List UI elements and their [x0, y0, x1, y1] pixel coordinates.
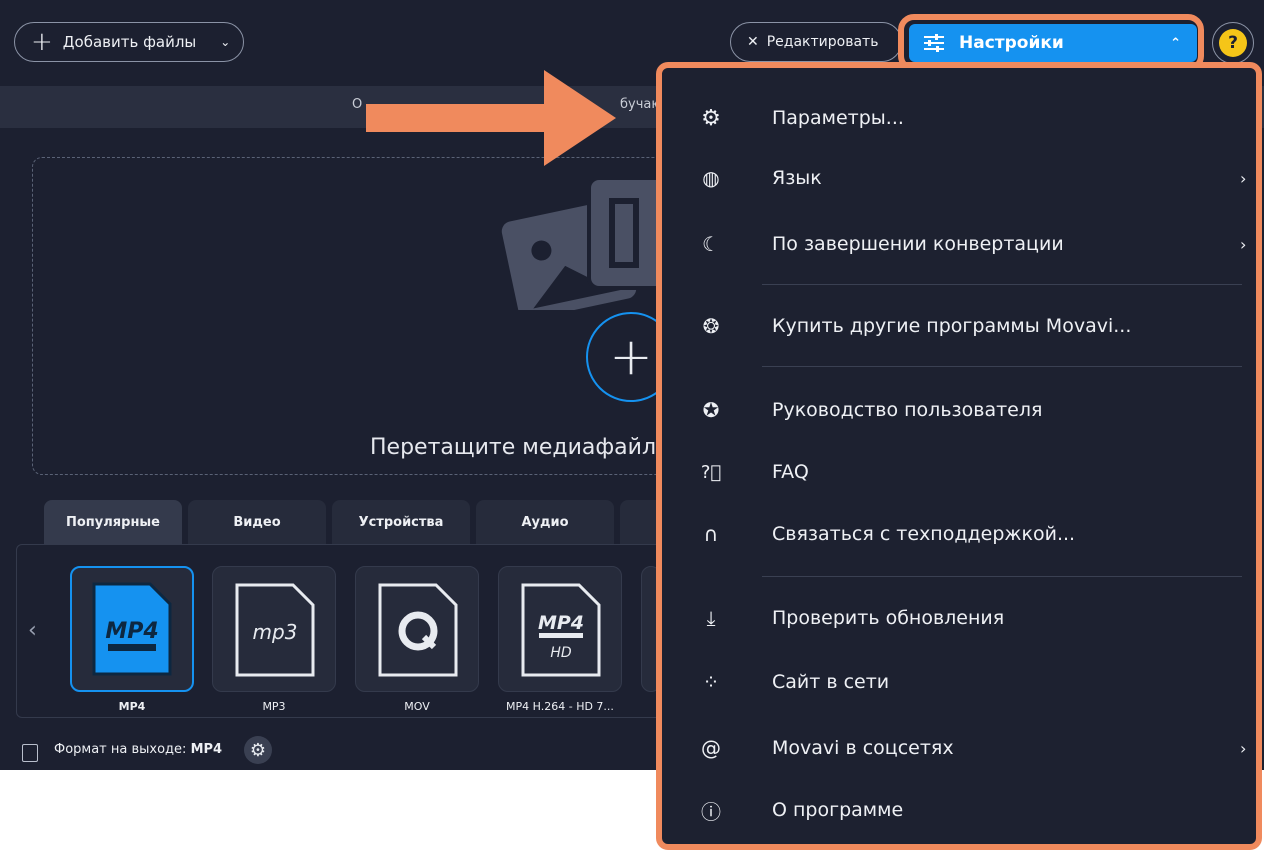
tab-popular[interactable]: Популярные: [44, 500, 182, 544]
format-tile-mov[interactable]: [355, 566, 479, 692]
menu-item-check-updates[interactable]: ⤓ Проверить обновления: [662, 598, 1256, 638]
chevron-right-icon: ›: [1240, 234, 1247, 254]
globe-icon: ◍: [702, 166, 720, 190]
menu-item-label: FAQ: [772, 461, 809, 483]
svg-text:mp3: mp3: [253, 620, 298, 644]
menu-item-label: Связаться с техподдержкой...: [772, 523, 1076, 545]
menu-separator: [762, 576, 1242, 577]
chevron-down-icon[interactable]: ⌄: [220, 35, 230, 49]
download-icon: ⤓: [706, 606, 716, 630]
menu-item-user-guide[interactable]: ✪ Руководство пользователя: [662, 390, 1256, 430]
format-tile-mp3[interactable]: mp3: [212, 566, 336, 692]
gear-icon: ⚙: [701, 105, 721, 131]
info-icon: ⓘ: [701, 799, 721, 824]
strip-text-left[interactable]: О: [352, 97, 362, 112]
settings-button[interactable]: Настройки ⌃: [909, 24, 1197, 62]
chevron-left-icon[interactable]: ‹: [28, 618, 37, 643]
lifebuoy-icon: ✪: [702, 398, 720, 422]
network-icon: ⁘: [702, 670, 720, 694]
svg-text:MP4: MP4: [538, 612, 584, 634]
menu-item-about[interactable]: ⓘ О программе: [662, 790, 1256, 830]
format-label: MP4 H.264 - HD 7...: [506, 700, 614, 713]
help-button[interactable]: ?: [1212, 22, 1254, 64]
sleep-moon-icon: ☾: [702, 232, 720, 256]
menu-item-label: Руководство пользователя: [772, 399, 1043, 421]
format-label: MP4: [118, 700, 146, 713]
chevron-up-icon: ⌃: [1170, 35, 1181, 51]
format-tile-mp4[interactable]: MP4: [70, 566, 194, 692]
format-tabs: Популярные Видео Устройства Аудио Изо: [44, 500, 758, 544]
menu-item-social[interactable]: @ Movavi в соцсетях ›: [662, 728, 1256, 768]
drop-hint-text: Перетащите медиафайл: [370, 435, 657, 460]
menu-item-label: Проверить обновления: [772, 607, 1005, 629]
menu-item-label: О программе: [772, 799, 904, 821]
menu-separator: [762, 366, 1242, 367]
output-format-value: MP4: [190, 742, 223, 757]
menu-item-label: Movavi в соцсетях: [772, 737, 954, 759]
at-sign-icon: @: [701, 736, 721, 760]
plus-icon: +: [31, 27, 53, 57]
add-files-button[interactable]: + Добавить файлы ⌄: [14, 22, 244, 62]
menu-item-after-conversion[interactable]: ☾ По завершении конвертации ›: [662, 224, 1256, 264]
menu-item-label: По завершении конвертации: [772, 233, 1064, 255]
svg-text:MP4: MP4: [105, 619, 158, 644]
output-format-label: Формат на выходе:: [54, 742, 187, 757]
menu-item-parameters[interactable]: ⚙ Параметры...: [662, 98, 1256, 138]
menu-item-buy-movavi[interactable]: ❂ Купить другие программы Movavi...: [662, 306, 1256, 346]
format-label: MOV: [404, 700, 430, 713]
menu-item-label: Параметры...: [772, 107, 904, 129]
question-circle-icon: ?⃝: [700, 461, 722, 483]
aperture-icon: ❂: [702, 314, 720, 338]
edit-button[interactable]: ✕ Редактировать: [730, 22, 902, 62]
menu-item-support[interactable]: ∩ Связаться с техподдержкой...: [662, 514, 1256, 554]
tab-devices[interactable]: Устройства: [332, 500, 470, 544]
mp3-icon: mp3: [235, 583, 315, 677]
mp4-hd-icon: MP4 HD: [521, 583, 601, 677]
chevron-right-icon: ›: [1240, 168, 1247, 188]
sliders-icon: [924, 34, 944, 52]
menu-item-website[interactable]: ⁘ Сайт в сети: [662, 662, 1256, 702]
tab-video[interactable]: Видео: [188, 500, 326, 544]
add-files-label: Добавить файлы: [62, 33, 197, 51]
tab-audio[interactable]: Аудио: [476, 500, 614, 544]
menu-separator: [762, 284, 1242, 285]
mp4-video-icon: MP4: [92, 582, 172, 676]
gear-icon: ⚙: [249, 739, 267, 761]
menu-item-label: Сайт в сети: [772, 671, 890, 693]
menu-item-language[interactable]: ◍ Язык ›: [662, 158, 1256, 198]
format-tile-mp4-hd[interactable]: MP4 HD: [498, 566, 622, 692]
plus-icon: +: [609, 327, 653, 387]
menu-item-faq[interactable]: ?⃝ FAQ: [662, 452, 1256, 492]
output-settings-button[interactable]: ⚙: [244, 736, 272, 764]
headset-icon: ∩: [703, 522, 719, 546]
output-format-icon: [22, 744, 38, 762]
menu-item-label: Купить другие программы Movavi...: [772, 315, 1132, 337]
tools-icon: ✕: [747, 34, 759, 50]
pointer-arrow-icon: [366, 70, 616, 166]
settings-label: Настройки: [959, 33, 1064, 53]
format-label: MP3: [262, 700, 286, 713]
quicktime-icon: [378, 583, 458, 677]
menu-item-label: Язык: [772, 167, 822, 189]
svg-text:HD: HD: [550, 645, 572, 661]
settings-menu: ⚙ Параметры... ◍ Язык › ☾ По завершении …: [656, 62, 1262, 850]
help-icon: ?: [1219, 29, 1247, 57]
edit-label: Редактировать: [766, 34, 879, 50]
output-format-text: Формат на выходе: MP4: [54, 742, 222, 757]
chevron-right-icon: ›: [1240, 738, 1247, 758]
